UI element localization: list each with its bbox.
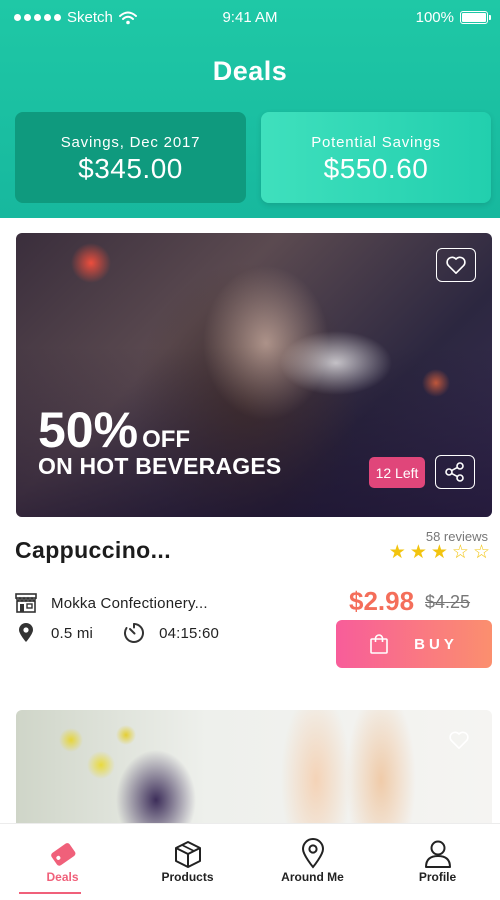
star-empty-icon: ☆ <box>451 542 469 563</box>
battery-icon <box>460 11 491 24</box>
time-remaining: 04:15:60 <box>159 624 220 642</box>
status-bar: Sketch 9:41 AM 100% <box>0 0 500 34</box>
tab-products[interactable]: Products <box>125 824 250 900</box>
star-filled-icon: ★ <box>430 542 448 563</box>
user-icon <box>375 838 500 870</box>
discount-off: OFF <box>142 426 191 453</box>
tab-bar: Deals Products Around Me Profile <box>0 823 500 900</box>
tab-label: Products <box>161 870 214 884</box>
deal-meta-row: 0.5 mi 04:15:60 <box>15 622 219 644</box>
tab-label: Deals <box>46 870 79 884</box>
savings-value: $345.00 <box>78 153 183 184</box>
rating-stars: ★ ★ ★ ☆ ☆ <box>389 543 490 563</box>
star-filled-icon: ★ <box>409 542 427 563</box>
price-current: $2.98 <box>349 586 415 616</box>
tag-icon <box>0 838 125 870</box>
savings-label: Potential Savings <box>311 134 441 151</box>
buy-button[interactable]: BUY <box>336 620 492 668</box>
savings-value: $550.60 <box>323 153 429 184</box>
share-button[interactable] <box>435 455 475 489</box>
location-pin-icon <box>15 622 37 644</box>
box-icon <box>125 838 250 870</box>
discount-subtitle: ON HOT BEVERAGES <box>38 453 282 479</box>
store-icon <box>15 592 37 614</box>
deal-title[interactable]: Cappuccino... <box>15 537 171 564</box>
discount-headline: 50% OFF <box>38 405 190 455</box>
deal-image[interactable]: 50% OFF ON HOT BEVERAGES 12 Left <box>16 233 492 517</box>
location-pin-icon <box>250 838 375 870</box>
stock-badge: 12 Left <box>369 457 425 488</box>
star-empty-icon: ☆ <box>472 542 490 563</box>
active-tab-indicator <box>19 892 81 894</box>
savings-card-current[interactable]: Savings, Dec 2017 $345.00 <box>15 112 246 203</box>
tab-label: Around Me <box>281 870 344 884</box>
tab-around-me[interactable]: Around Me <box>250 824 375 900</box>
heart-icon[interactable] <box>448 730 470 755</box>
tab-deals[interactable]: Deals <box>0 824 125 900</box>
tab-profile[interactable]: Profile <box>375 824 500 900</box>
share-icon <box>445 462 464 482</box>
deal-image-secondary[interactable] <box>16 710 492 824</box>
heart-icon <box>446 256 466 274</box>
favorite-button[interactable] <box>436 248 476 282</box>
price-original: $4.25 <box>425 592 471 612</box>
savings-label: Savings, Dec 2017 <box>60 134 201 151</box>
shopping-bag-icon <box>370 634 388 654</box>
tab-label: Profile <box>418 870 457 884</box>
savings-card-potential[interactable]: Potential Savings $550.60 <box>261 112 491 203</box>
timer-icon <box>123 622 145 644</box>
battery-status: 100% <box>415 9 491 26</box>
star-filled-icon: ★ <box>388 542 406 563</box>
discount-percent: 50% <box>38 402 139 458</box>
buy-label: BUY <box>414 635 458 653</box>
merchant-row[interactable]: Mokka Confectionery... <box>15 592 208 614</box>
battery-percent: 100% <box>415 9 454 26</box>
header: Sketch 9:41 AM 100% Deals Savings, Dec 2… <box>0 0 500 218</box>
page-title: Deals <box>212 56 288 86</box>
merchant-name: Mokka Confectionery... <box>51 594 208 612</box>
distance: 0.5 mi <box>51 624 94 642</box>
